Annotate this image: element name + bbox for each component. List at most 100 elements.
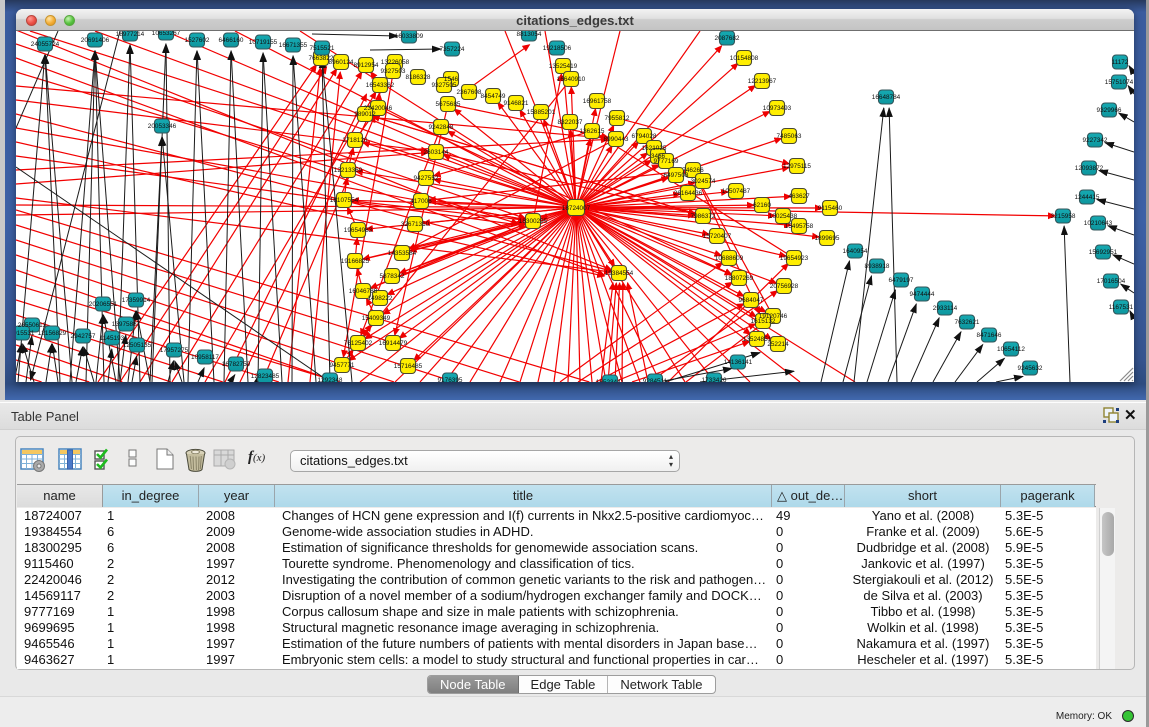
svg-text:9146821: 9146821 (504, 100, 529, 107)
svg-text:8471646: 8471646 (977, 332, 1002, 339)
svg-text:9327503: 9327503 (381, 68, 406, 75)
svg-text:12505135: 12505135 (123, 342, 152, 349)
svg-text:8813054: 8813054 (517, 31, 542, 38)
svg-text:3024574: 3024574 (691, 178, 716, 185)
svg-text:16782759: 16782759 (222, 361, 251, 368)
svg-text:2603144: 2603144 (424, 149, 449, 156)
svg-text:2367608: 2367608 (457, 89, 482, 96)
svg-text:32671310: 32671310 (401, 221, 430, 228)
svg-text:9242848: 9242848 (429, 124, 454, 131)
svg-text:16046788: 16046788 (349, 288, 378, 295)
svg-text:10688609: 10688609 (715, 255, 744, 262)
svg-text:18977214: 18977214 (116, 31, 145, 38)
svg-text:12823485: 12823485 (251, 373, 280, 380)
svg-text:1640954: 1640954 (843, 248, 868, 255)
svg-text:9427552: 9427552 (414, 175, 439, 182)
svg-text:2087682: 2087682 (715, 35, 740, 42)
svg-text:15751074: 15751074 (1105, 79, 1134, 86)
svg-text:7955812: 7955812 (605, 115, 630, 122)
svg-text:20053346: 20053346 (148, 123, 177, 130)
svg-text:1145193: 1145193 (100, 335, 125, 342)
svg-text:2933114: 2933114 (933, 305, 958, 312)
svg-text:13975887: 13975887 (112, 321, 141, 328)
svg-text:12093872: 12093872 (1075, 165, 1104, 172)
svg-text:2718120: 2718120 (343, 137, 368, 144)
svg-text:9329966: 9329966 (1097, 107, 1122, 114)
svg-text:9115460: 9115460 (818, 205, 843, 212)
svg-text:9245632: 9245632 (1018, 365, 1043, 372)
svg-text:12156829: 12156829 (38, 330, 67, 337)
svg-text:1527602: 1527602 (185, 37, 210, 44)
svg-text:463627: 463627 (788, 193, 810, 200)
svg-text:3215958: 3215958 (1051, 213, 1076, 220)
svg-text:5675685: 5675685 (436, 101, 461, 108)
svg-text:19654923: 19654923 (780, 255, 809, 262)
svg-text:1899695: 1899695 (815, 235, 840, 242)
svg-text:7515521: 7515521 (310, 45, 335, 52)
svg-text:24055724: 24055724 (31, 41, 60, 48)
svg-text:1498222: 1498222 (368, 295, 393, 302)
svg-text:417006: 417006 (410, 198, 432, 205)
svg-text:16543362: 16543362 (366, 82, 395, 89)
svg-text:10654112: 10654112 (997, 346, 1025, 353)
svg-text:16033809: 16033809 (395, 33, 424, 40)
svg-text:989012: 989012 (354, 111, 376, 118)
svg-text:19384554: 19384554 (605, 270, 634, 277)
svg-text:10025438: 10025438 (769, 213, 798, 220)
svg-text:17359914: 17359914 (122, 297, 151, 304)
svg-text:9474444: 9474444 (910, 291, 935, 298)
svg-text:11172: 11172 (1112, 59, 1129, 66)
svg-text:16671355: 16671355 (279, 42, 308, 49)
svg-text:10973493: 10973493 (763, 105, 792, 112)
svg-text:746266: 746266 (682, 167, 704, 174)
svg-text:7357224: 7357224 (440, 46, 465, 53)
svg-text:8322037: 8322037 (558, 119, 583, 126)
svg-text:8454749: 8454749 (481, 93, 506, 100)
svg-text:18300295: 18300295 (519, 218, 548, 225)
svg-text:1362615: 1362615 (580, 128, 605, 135)
svg-text:18807269: 18807269 (725, 275, 754, 282)
svg-text:16914479: 16914479 (379, 340, 408, 347)
svg-text:62160: 62160 (753, 202, 771, 209)
svg-text:12213967: 12213967 (748, 78, 777, 85)
svg-text:15885201: 15885201 (527, 109, 556, 116)
svg-text:10154808: 10154808 (730, 55, 759, 62)
svg-text:8990443: 8990443 (604, 136, 629, 143)
svg-text:9457771: 9457771 (330, 362, 355, 369)
svg-text:15495758: 15495758 (785, 223, 814, 230)
svg-text:17957275: 17957275 (160, 347, 189, 354)
svg-text:7986372: 7986372 (691, 213, 716, 220)
svg-text:2942757: 2942757 (71, 333, 96, 340)
svg-text:20206551: 20206551 (89, 301, 118, 308)
svg-text:16648784: 16648784 (872, 94, 901, 101)
svg-text:7485063: 7485063 (777, 133, 802, 140)
svg-text:10719155: 10719155 (249, 39, 278, 46)
svg-text:3915531: 3915531 (16, 330, 35, 337)
svg-text:18107554: 18107554 (330, 197, 359, 204)
svg-text:6479197: 6479197 (889, 277, 914, 284)
svg-text:9327505: 9327505 (432, 82, 457, 89)
svg-text:20691406: 20691406 (81, 37, 110, 44)
svg-text:13525419: 13525419 (549, 63, 578, 70)
svg-text:10653267: 10653267 (152, 31, 181, 37)
svg-text:1733426: 1733426 (702, 377, 727, 382)
svg-text:16961758: 16961758 (583, 98, 612, 105)
svg-text:9227342: 9227342 (1083, 137, 1108, 144)
svg-text:9284511: 9284511 (643, 378, 668, 382)
svg-text:6794028: 6794028 (632, 133, 657, 140)
svg-text:13226058: 13226058 (381, 59, 410, 66)
svg-text:76125402: 76125402 (344, 340, 373, 347)
svg-text:1167531: 1167531 (1109, 304, 1134, 311)
svg-text:16523441: 16523441 (596, 379, 625, 382)
svg-text:12213369: 12213369 (334, 167, 363, 174)
svg-text:26550613: 26550613 (18, 322, 47, 329)
svg-text:252214: 252214 (767, 341, 789, 348)
svg-text:19166825: 19166825 (341, 258, 370, 265)
svg-text:15692951: 15692951 (1089, 249, 1118, 256)
svg-text:19654983: 19654983 (344, 227, 373, 234)
svg-text:20756928: 20756928 (770, 283, 799, 290)
svg-text:6466160: 6466160 (219, 37, 244, 44)
svg-text:14353584: 14353584 (388, 250, 417, 257)
svg-text:9176395: 9176395 (438, 377, 463, 382)
svg-text:17016504: 17016504 (1097, 278, 1126, 285)
